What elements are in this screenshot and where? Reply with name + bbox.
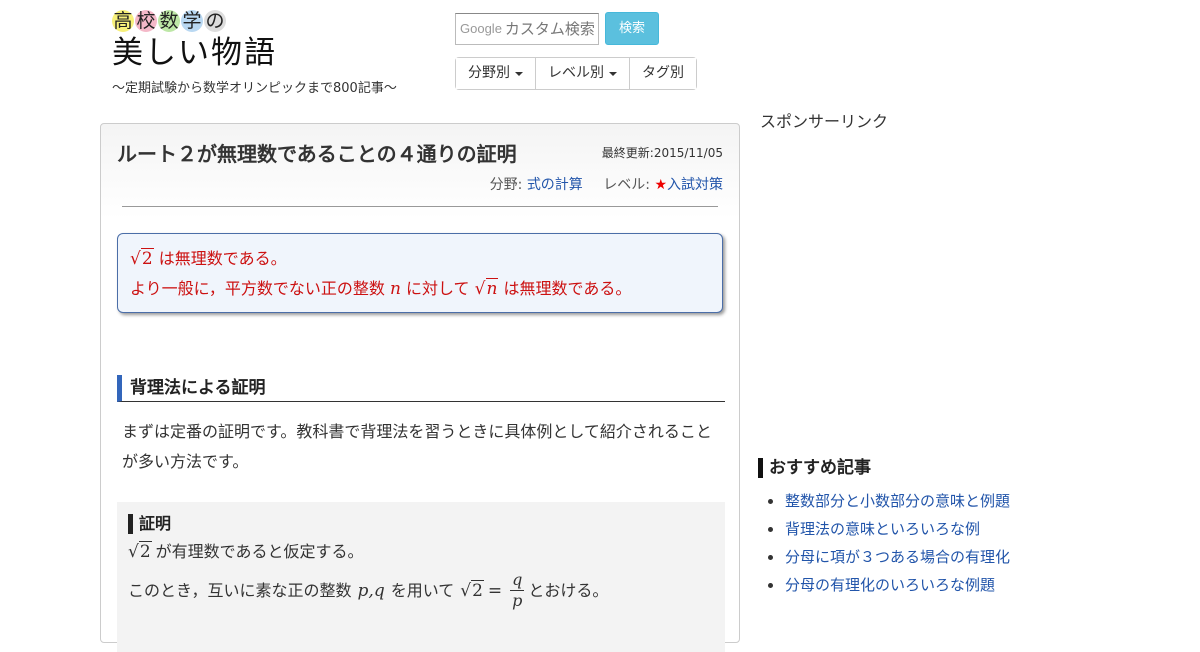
sqrt-expression: √2 [130,248,154,269]
sponsor-link-label: スポンサーリンク [760,112,889,131]
search-placeholder: カスタム検索 [504,20,595,38]
field-label: 分野: [489,177,523,193]
theorem-text: は無理数である。 [158,249,287,268]
article-title: ルート２が無理数であることの４通りの証明 [117,142,517,166]
bullet-icon [768,526,773,532]
filter-label: レベル別 [548,65,604,81]
site-logo[interactable]: 高 校 数 学 の 美しい物語 ～定期試験から数学オリンピックまで800記事～ [112,10,397,96]
site-tagline: ～定期試験から数学オリンピックまで800記事～ [112,81,397,96]
caret-down-icon [515,71,523,76]
equals-sign: = [487,580,503,601]
fraction: q p [510,570,525,611]
proof-text: このとき，互いに素な正の整数 [128,580,352,600]
sqrt-expression: √n [474,278,499,299]
theorem-box: √2 は無理数である。 より一般に，平方数でない正の整数 n に対して √n は… [117,233,723,313]
logo-title: 美しい物語 [112,35,277,71]
filter-field-dropdown[interactable]: 分野別 [456,58,536,89]
field-link[interactable]: 式の計算 [527,177,583,193]
article-card: ルート２が無理数であることの４通りの証明 最終更新:2015/11/05 分野:… [100,123,740,652]
sqrt-operand: 2 [471,579,484,601]
theorem-line-2: より一般に，平方数でない正の整数 n に対して √n は無理数である。 [130,274,722,304]
bullet-icon [768,498,773,504]
proof-text: とおける。 [528,580,609,600]
recommended-link[interactable]: 整数部分と小数部分の意味と例題 [785,487,1010,515]
recommended-item[interactable]: 分母に項が３つある場合の有理化 [764,543,1010,571]
last-updated: 最終更新:2015/11/05 [601,146,723,160]
search-button[interactable]: 検索 [605,12,659,45]
recommended-list: 整数部分と小数部分の意味と例題 背理法の意味といろいろな例 分母に項が３つある場… [764,487,1010,599]
article-meta: 分野: 式の計算 レベル: ★入試対策 [490,174,723,194]
recommended-item[interactable]: 分母の有理化のいろいろな例題 [764,571,1010,599]
fraction-numerator: q [510,570,525,591]
level-link[interactable]: ★入試対策 [654,177,723,193]
recommended-link[interactable]: 背理法の意味といろいろな例 [785,515,980,543]
logo-char: 高 [112,10,134,32]
math-variables: p,q [357,580,385,601]
theorem-text: より一般に，平方数でない正の整数 [130,279,385,298]
sqrt-operand: n [485,278,499,299]
logo-char: 校 [135,10,157,32]
section-intro: まずは定番の証明です。教科書で背理法を習うときに具体例として紹介されることが多い… [122,422,712,471]
logo-char: 数 [158,10,180,32]
section-heading: 背理法による証明 [117,375,725,402]
math-variable: n [389,279,401,299]
google-logo: Google [460,21,502,36]
recommended-item[interactable]: 整数部分と小数部分の意味と例題 [764,487,1010,515]
theorem-text: は無理数である。 [503,279,632,298]
sqrt-operand: 2 [138,541,152,562]
recommended-item[interactable]: 背理法の意味といろいろな例 [764,515,1010,543]
fraction-denominator: p [512,591,523,610]
filter-tag-button[interactable]: タグ別 [630,58,696,89]
level-value: 入試対策 [667,177,723,193]
caret-down-icon [609,71,617,76]
proof-text: を用いて [390,580,455,600]
sqrt-expression: √2 [128,541,152,562]
divider [122,206,718,207]
logo-char: 学 [181,10,203,32]
logo-badges: 高 校 数 学 の [112,10,397,32]
theorem-line-1: √2 は無理数である。 [130,244,722,274]
filter-level-dropdown[interactable]: レベル別 [536,58,630,89]
custom-search: Google カスタム検索 検索 [455,12,659,45]
sqrt-operand: 2 [140,248,154,269]
proof-line-2: このとき，互いに素な正の整数 p,q を用いて √2 = q p とおける。 [128,570,725,611]
bullet-icon [768,554,773,560]
logo-char: の [204,10,226,32]
theorem-text: に対して [406,279,470,298]
sqrt-expression: √2 [460,579,484,601]
proof-line-1: √2 が有理数であると仮定する。 [128,538,725,566]
star-icon: ★ [654,177,667,193]
proof-text: が有理数であると仮定する。 [155,542,364,561]
filter-label: 分野別 [468,65,510,81]
search-input[interactable]: Google カスタム検索 [455,12,599,45]
level-label: レベル: [603,177,650,193]
filter-label: タグ別 [642,65,684,81]
bullet-icon [768,582,773,588]
filter-button-group: 分野別 レベル別 タグ別 [455,57,697,90]
proof-heading: 証明 [128,514,725,534]
recommended-link[interactable]: 分母に項が３つある場合の有理化 [785,543,1010,571]
recommended-link[interactable]: 分母の有理化のいろいろな例題 [785,571,995,599]
recommended-heading: おすすめ記事 [758,458,871,478]
